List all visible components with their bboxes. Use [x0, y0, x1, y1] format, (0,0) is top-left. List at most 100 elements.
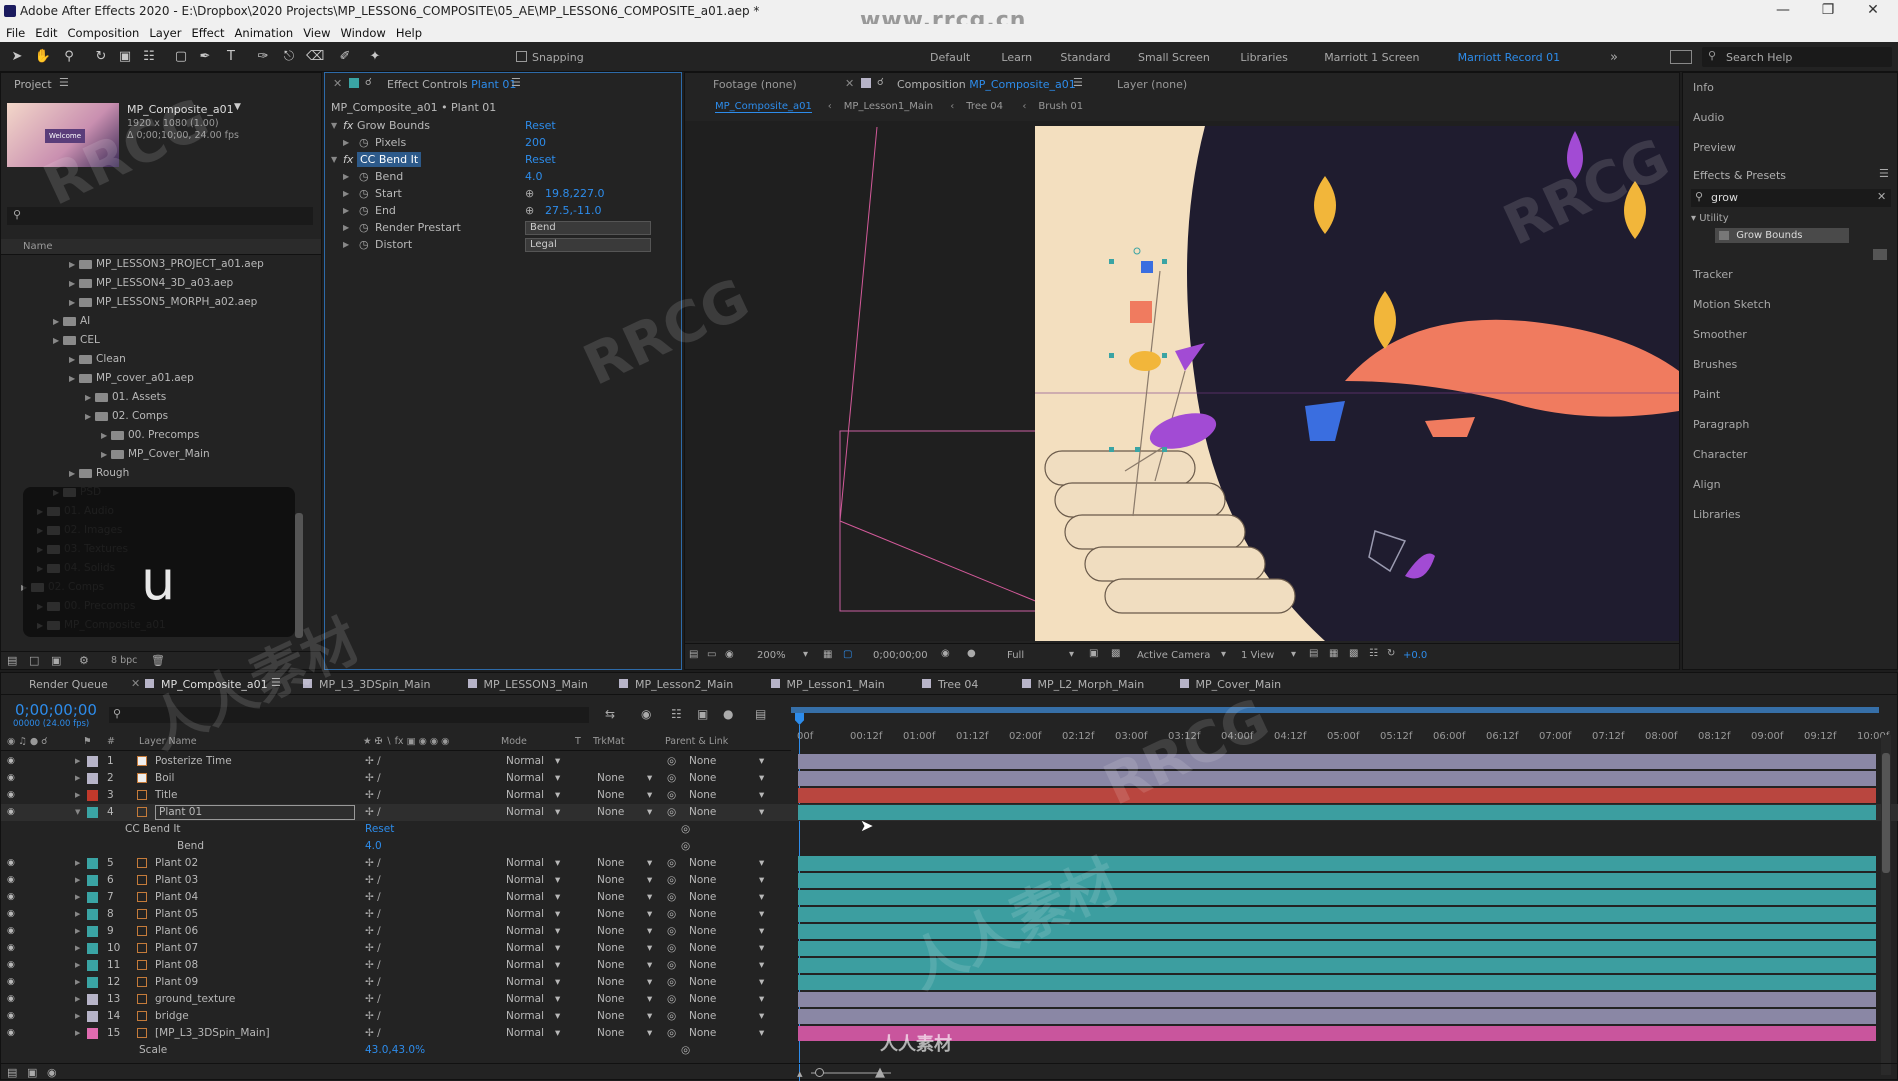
timeline-tab[interactable]: MP_LESSON3_Main: [484, 678, 588, 691]
name-column-header[interactable]: Name: [23, 241, 53, 252]
project-item[interactable]: ▶ MP_LESSON4_3D_a03.aep: [1, 273, 233, 292]
effect-result-grow-bounds[interactable]: Grow Bounds: [1715, 228, 1849, 243]
pickwhip-icon[interactable]: ◎: [667, 770, 676, 787]
scale-property-row-value[interactable]: 43.0,43.0%: [365, 1042, 425, 1059]
transparency-toggle-icon[interactable]: ▩: [1111, 648, 1120, 659]
eye-icon[interactable]: ◉: [7, 804, 15, 821]
breadcrumb-item[interactable]: MP_Lesson1_Main: [844, 101, 933, 112]
close-button[interactable]: ✕: [1853, 2, 1893, 18]
layer-row[interactable]: ◉ ▼ 4 Plant 01 ✢ ∕ Normal ▾ None ▾ ◎ None ▾: [1, 804, 1898, 821]
pickwhip-icon[interactable]: ◎: [667, 753, 676, 770]
mode-dropdown[interactable]: Normal: [506, 974, 544, 991]
label-color-swatch[interactable]: [87, 1011, 98, 1022]
panel-libraries[interactable]: Libraries: [1693, 508, 1741, 521]
chevron-right-icon[interactable]: ▶: [75, 889, 80, 906]
mode-dropdown[interactable]: Normal: [506, 940, 544, 957]
trkmat-dropdown[interactable]: None: [597, 940, 624, 957]
new-comp-icon[interactable]: ▣: [51, 654, 61, 667]
layer-name[interactable]: Posterize Time: [155, 753, 232, 770]
pickwhip-icon[interactable]: ◎: [667, 872, 676, 889]
chevron-right-icon[interactable]: ▶: [75, 770, 80, 787]
region-of-interest-icon[interactable]: ▣: [1089, 648, 1098, 659]
layer-row[interactable]: ◉ ▶ 1 Posterize Time ✢ ∕ Normal ▾ ◎ None ▾: [1, 753, 1898, 770]
toggle-pixel-aspect-icon[interactable]: ▤: [1309, 648, 1318, 659]
zoom-tool-icon[interactable]: ⚲: [60, 48, 78, 66]
layer-switches[interactable]: ✢ ∕: [365, 991, 381, 1008]
layer-switches[interactable]: ✢ ∕: [365, 923, 381, 940]
mode-dropdown[interactable]: Normal: [506, 872, 544, 889]
zoom-in-icon[interactable]: ▲: [875, 1065, 885, 1080]
effect-prop-row[interactable]: ▼ fx CC Bend It Reset: [325, 151, 675, 168]
menu-composition[interactable]: Composition: [68, 26, 140, 40]
layer-switches[interactable]: ✢ ∕: [365, 787, 381, 804]
layer-name[interactable]: Plant 07: [155, 940, 198, 957]
panel-preview[interactable]: Preview: [1693, 141, 1736, 154]
layer-switches[interactable]: ✢ ∕: [365, 906, 381, 923]
reset-exposure-icon[interactable]: ↻: [1387, 648, 1395, 659]
layer-row[interactable]: ◉ ▶ 2 Boil ✢ ∕ Normal ▾ None ▾ ◎ None ▾: [1, 770, 1898, 787]
project-scrollbar[interactable]: [295, 513, 303, 638]
stopwatch-icon[interactable]: ◷: [359, 185, 369, 202]
layer-row[interactable]: ◉ ▶ 12 Plant 09 ✢ ∕ Normal ▾ None ▾ ◎ None ▾: [1, 974, 1898, 991]
effect-prop-row[interactable]: ▶ ◷ Start ⊕ 19.8,227.0: [325, 185, 675, 202]
layer-duration-bar[interactable]: [798, 907, 1876, 922]
brush-tool-icon[interactable]: ✑: [254, 48, 272, 66]
timeline-tab[interactable]: MP_Composite_a01: [161, 678, 268, 691]
layer-duration-bar[interactable]: [798, 975, 1876, 990]
trkmat-dropdown[interactable]: None: [597, 1008, 624, 1025]
fx-icon[interactable]: fx: [343, 117, 353, 134]
viewer-timecode[interactable]: 0;00;00;00: [873, 650, 928, 661]
eye-icon[interactable]: ◉: [7, 770, 15, 787]
puppet-pin-tool-icon[interactable]: ✦: [366, 48, 384, 66]
effects-presets-title[interactable]: Effects & Presets: [1693, 169, 1786, 182]
menu-view[interactable]: View: [303, 26, 330, 40]
layer-row[interactable]: ◉ ▶ 11 Plant 08 ✢ ∕ Normal ▾ None ▾ ◎ None ▾: [1, 957, 1898, 974]
chevron-down-icon[interactable]: ▾: [803, 649, 808, 660]
eye-icon[interactable]: ◉: [7, 787, 15, 804]
layer-row[interactable]: ◉ ▶ 10 Plant 07 ✢ ∕ Normal ▾ None ▾ ◎ None ▾: [1, 940, 1898, 957]
new-preset-icon[interactable]: [1873, 249, 1887, 260]
layer-duration-bar[interactable]: [798, 958, 1876, 973]
chevron-right-icon[interactable]: ▶: [53, 331, 63, 350]
label-color-swatch[interactable]: [87, 994, 98, 1005]
close-icon[interactable]: ✕: [131, 677, 140, 690]
label-color-swatch[interactable]: [87, 875, 98, 886]
camera-tool-icon[interactable]: ▣: [116, 48, 134, 66]
panel-brushes[interactable]: Brushes: [1693, 358, 1737, 371]
breadcrumb-item[interactable]: Tree 04: [966, 101, 1003, 112]
chevron-right-icon[interactable]: ▶: [75, 787, 80, 804]
layer-duration-bar[interactable]: [798, 856, 1876, 871]
mode-dropdown[interactable]: Normal: [506, 991, 544, 1008]
layer-search-input[interactable]: ⚲: [109, 707, 589, 723]
zoom-dropdown[interactable]: 200%: [757, 650, 786, 661]
project-item[interactable]: ▶ MP_LESSON5_MORPH_a02.aep: [1, 292, 257, 311]
bend-property-row[interactable]: Bend 4.0 ◎: [1, 838, 1898, 855]
workspace-marriott-1-screen[interactable]: Marriott 1 Screen: [1324, 51, 1419, 64]
effect-prop-value[interactable]: 4.0: [525, 168, 543, 185]
menu-animation[interactable]: Animation: [235, 26, 294, 40]
shy-layers-icon[interactable]: ☷: [671, 707, 682, 721]
workspace-small-screen[interactable]: Small Screen: [1138, 51, 1210, 64]
views-dropdown[interactable]: 1 View: [1241, 650, 1274, 661]
workspace-learn[interactable]: Learn: [1001, 51, 1032, 64]
effect-prop-row[interactable]: ▶◷Distort▾Legal: [325, 236, 675, 253]
chevron-right-icon[interactable]: ▶: [69, 274, 79, 293]
effect-prop-value[interactable]: Legal: [525, 238, 651, 252]
eye-icon[interactable]: ◉: [7, 923, 15, 940]
pickwhip-icon[interactable]: ◎: [667, 923, 676, 940]
panel-align[interactable]: Align: [1693, 478, 1721, 491]
pickwhip-icon[interactable]: ◎: [667, 974, 676, 991]
eye-icon[interactable]: ◉: [7, 974, 15, 991]
clone-stamp-tool-icon[interactable]: ⎋: [280, 48, 298, 66]
chevron-right-icon[interactable]: ▶: [75, 923, 80, 940]
chevron-right-icon[interactable]: ▶: [343, 202, 349, 219]
layer-duration-bar[interactable]: [798, 1026, 1876, 1041]
label-color-swatch[interactable]: [87, 977, 98, 988]
layer-name[interactable]: Plant 03: [155, 872, 198, 889]
layer-switches[interactable]: ✢ ∕: [365, 957, 381, 974]
always-preview-icon[interactable]: ▤: [689, 649, 698, 660]
layer-switches[interactable]: ✢ ∕: [365, 1008, 381, 1025]
chevron-down-icon[interactable]: ▼: [75, 804, 80, 821]
eye-icon[interactable]: ◉: [7, 855, 15, 872]
pickwhip-icon[interactable]: ◎: [681, 1042, 690, 1059]
